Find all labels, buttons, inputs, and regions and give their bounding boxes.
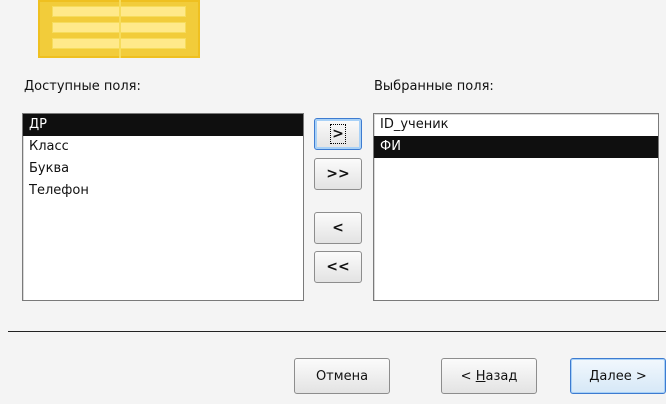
add-all-button[interactable]: >>: [314, 158, 362, 190]
next-hotkey: Д: [589, 368, 600, 384]
remove-all-button[interactable]: <<: [314, 251, 362, 283]
footer-separator: [8, 331, 666, 332]
cancel-button[interactable]: Отмена: [294, 358, 390, 394]
available-fields-list[interactable]: ДР Класс Буква Телефон: [22, 113, 304, 301]
list-item-klass[interactable]: Класс: [23, 136, 303, 158]
next-button[interactable]: Далее >: [570, 358, 666, 394]
wizard-table-graphic: [38, 0, 200, 58]
selected-fields-list[interactable]: ID_ученик ФИ: [373, 113, 659, 301]
list-item-fi[interactable]: ФИ: [374, 136, 658, 158]
back-rest: азад: [485, 368, 518, 384]
next-rest: алее >: [599, 368, 647, 384]
list-item-bukva[interactable]: Буква: [23, 158, 303, 180]
available-fields-label: Доступные поля:: [24, 79, 141, 94]
graphic-divider: [119, 0, 121, 58]
list-item-dr[interactable]: ДР: [23, 114, 303, 136]
list-item-id-uchenik[interactable]: ID_ученик: [374, 114, 658, 136]
selected-fields-label: Выбранные поля:: [374, 79, 494, 94]
list-item-telefon[interactable]: Телефон: [23, 180, 303, 202]
add-one-button[interactable]: >: [314, 118, 362, 150]
remove-one-button[interactable]: <: [314, 212, 362, 244]
add-one-button-label: >: [330, 124, 346, 144]
back-button[interactable]: < Назад: [441, 358, 537, 394]
back-prefix: <: [460, 368, 476, 384]
